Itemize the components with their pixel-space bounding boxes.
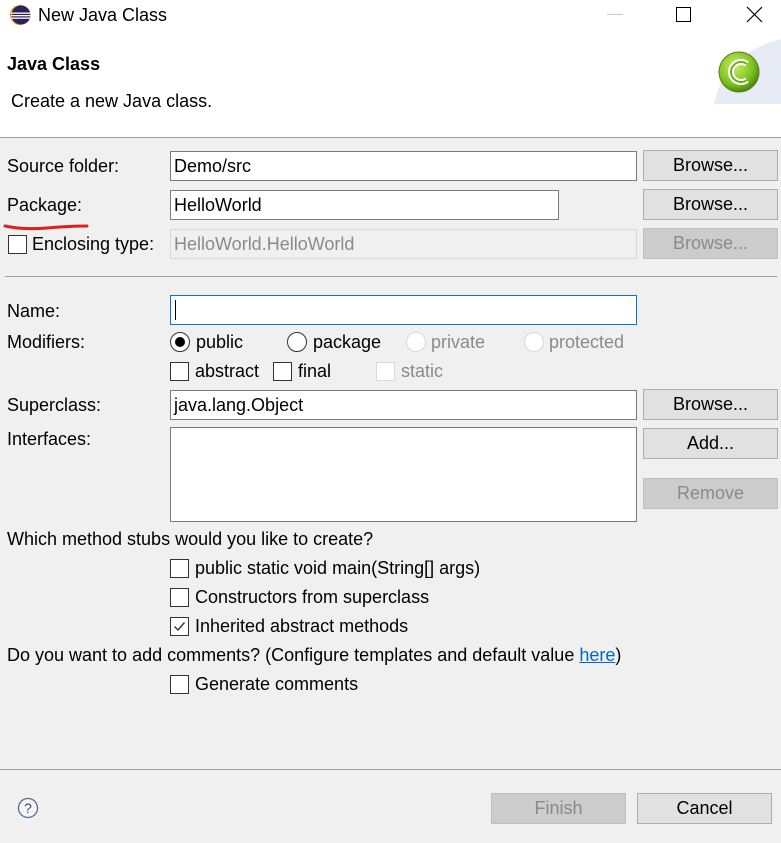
text-caret [175,300,176,320]
generate-comments-label: Generate comments [195,674,359,694]
source-folder-label: Source folder: [7,156,120,176]
static-label: static [401,361,444,381]
eclipse-logo-icon [9,4,31,26]
protected-radio [524,332,544,352]
main-method-checkbox[interactable] [170,559,189,578]
name-label: Name: [7,301,61,321]
maximize-icon[interactable] [676,7,691,22]
finish-button: Finish [491,793,626,824]
constructors-label: Constructors from superclass [195,587,430,607]
footer-separator [0,769,781,770]
checkmark-icon [174,622,186,632]
superclass-input[interactable]: java.lang.Object [170,390,637,420]
package-annotation-underline [3,215,89,231]
svg-text:?: ? [24,800,32,816]
section-separator [5,276,777,277]
package-modifier-label: package [313,332,382,352]
private-label: private [431,332,486,352]
package-browse-button[interactable]: Browse... [643,189,778,220]
comments-question-text: Do you want to add comments? (Configure … [7,645,580,665]
configure-templates-link[interactable]: here [579,645,615,665]
title-bar: New Java Class [0,0,781,32]
modifiers-label: Modifiers: [7,332,86,352]
page-title: Java Class [7,54,101,74]
main-method-label: public static void main(String[] args) [195,558,481,578]
add-interface-button[interactable]: Add... [643,428,778,459]
cancel-button[interactable]: Cancel [637,793,772,824]
abstract-checkbox[interactable] [170,362,189,381]
radio-selected-dot [175,337,185,347]
java-class-icon [717,50,761,94]
help-icon[interactable]: ? [17,797,39,819]
source-folder-browse-button[interactable]: Browse... [643,150,778,181]
window-title: New Java Class [38,5,168,25]
wizard-header: Java Class Create a new Java class. [0,32,781,137]
private-radio [406,332,426,352]
close-icon[interactable] [746,6,763,23]
page-description: Create a new Java class. [11,91,213,111]
package-input[interactable]: HelloWorld [170,190,559,220]
source-folder-input[interactable]: Demo/src [170,151,637,181]
header-separator [0,137,781,138]
comments-question-suffix: ) [615,645,622,665]
enclosing-type-input: HelloWorld.HelloWorld [170,229,637,259]
remove-interface-button: Remove [643,478,778,509]
final-label: final [298,361,332,381]
stubs-question: Which method stubs would you like to cre… [7,529,374,549]
static-checkbox [376,362,395,381]
comments-question: Do you want to add comments? (Configure … [7,644,621,666]
inherited-methods-checkbox[interactable] [170,617,189,636]
interfaces-label: Interfaces: [7,429,92,449]
public-radio[interactable] [170,332,190,352]
superclass-label: Superclass: [7,395,102,415]
package-radio[interactable] [287,332,307,352]
package-label: Package: [7,195,83,215]
public-label: public [196,332,244,352]
name-input[interactable] [170,295,637,325]
constructors-checkbox[interactable] [170,588,189,607]
final-checkbox[interactable] [273,362,292,381]
enclosing-type-browse-button: Browse... [643,228,778,259]
enclosing-type-label: Enclosing type: [32,234,155,254]
protected-label: protected [549,332,625,352]
minimize-icon[interactable] [607,14,623,15]
inherited-methods-label: Inherited abstract methods [195,616,409,636]
interfaces-list[interactable] [170,427,637,522]
generate-comments-checkbox[interactable] [170,675,189,694]
superclass-browse-button[interactable]: Browse... [643,389,778,420]
enclosing-type-checkbox[interactable] [8,235,27,254]
abstract-label: abstract [195,361,260,381]
